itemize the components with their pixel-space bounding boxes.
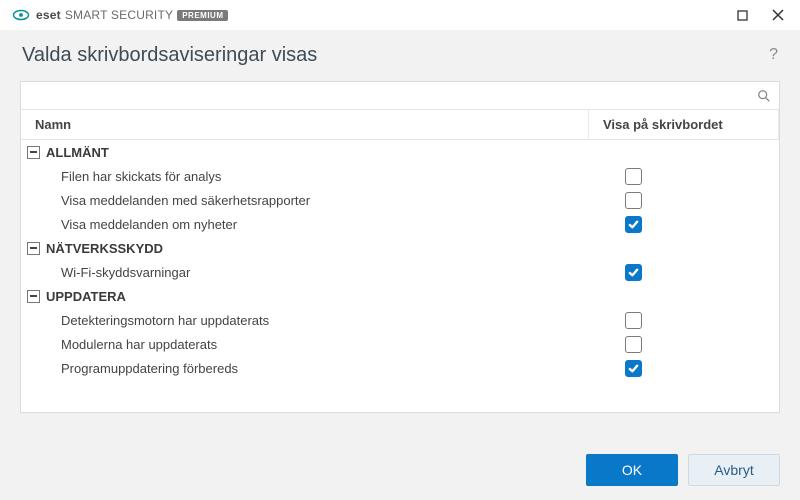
brand-badge: PREMIUM <box>177 10 228 21</box>
collapse-icon[interactable] <box>27 290 40 303</box>
page-title: Valda skrivbordsaviseringar visas <box>0 30 800 75</box>
show-on-desktop-checkbox[interactable] <box>625 312 642 329</box>
ok-button[interactable]: OK <box>586 454 678 486</box>
group-header[interactable]: ALLMÄNT <box>21 140 779 164</box>
collapse-icon[interactable] <box>27 242 40 255</box>
setting-label: Visa meddelanden om nyheter <box>21 217 589 232</box>
brand-name-text: SMART SECURITY <box>65 8 173 22</box>
search-icon[interactable] <box>755 87 773 105</box>
show-on-desktop-checkbox[interactable] <box>625 360 642 377</box>
search-row <box>21 82 779 110</box>
setting-row: Visa meddelanden med säkerhetsrapporter <box>21 188 779 212</box>
setting-label: Wi-Fi-skyddsvarningar <box>21 265 589 280</box>
group-label: UPPDATERA <box>46 289 126 304</box>
show-on-desktop-checkbox[interactable] <box>625 168 642 185</box>
collapse-icon[interactable] <box>27 146 40 159</box>
titlebar: eset SMART SECURITY PREMIUM <box>0 0 800 30</box>
setting-row: Wi-Fi-skyddsvarningar <box>21 260 779 284</box>
group-header[interactable]: NÄTVERKSSKYDD <box>21 236 779 260</box>
brand-logo-icon <box>12 6 30 24</box>
column-header-show[interactable]: Visa på skrivbordet <box>589 110 779 139</box>
show-on-desktop-checkbox[interactable] <box>625 264 642 281</box>
help-icon[interactable]: ? <box>769 46 778 64</box>
group-label: NÄTVERKSSKYDD <box>46 241 163 256</box>
setting-row: Detekteringsmotorn har uppdaterats <box>21 308 779 332</box>
group-header[interactable]: UPPDATERA <box>21 284 779 308</box>
setting-row: Modulerna har uppdaterats <box>21 332 779 356</box>
brand: eset SMART SECURITY PREMIUM <box>12 6 228 24</box>
cancel-button[interactable]: Avbryt <box>688 454 780 486</box>
show-on-desktop-checkbox[interactable] <box>625 192 642 209</box>
table-body: ALLMÄNT Filen har skickats för analys Visa… <box>21 140 779 412</box>
close-button[interactable] <box>764 4 792 26</box>
setting-label: Detekteringsmotorn har uppdaterats <box>21 313 589 328</box>
setting-label: Modulerna har uppdaterats <box>21 337 589 352</box>
show-on-desktop-checkbox[interactable] <box>625 216 642 233</box>
setting-row: Filen har skickats för analys <box>21 164 779 188</box>
maximize-button[interactable] <box>728 4 756 26</box>
setting-row: Visa meddelanden om nyheter <box>21 212 779 236</box>
setting-row: Programuppdatering förbereds <box>21 356 779 380</box>
column-header-name[interactable]: Namn <box>21 110 589 139</box>
group-label: ALLMÄNT <box>46 145 109 160</box>
setting-label: Filen har skickats för analys <box>21 169 589 184</box>
setting-label: Programuppdatering förbereds <box>21 361 589 376</box>
brand-eset-text: eset <box>36 8 61 22</box>
setting-label: Visa meddelanden med säkerhetsrapporter <box>21 193 589 208</box>
footer: OK Avbryt <box>586 454 780 486</box>
show-on-desktop-checkbox[interactable] <box>625 336 642 353</box>
table-header: Namn Visa på skrivbordet <box>21 110 779 140</box>
search-input[interactable] <box>27 84 755 108</box>
settings-panel: Namn Visa på skrivbordet ALLMÄNT Filen ha… <box>20 81 780 413</box>
